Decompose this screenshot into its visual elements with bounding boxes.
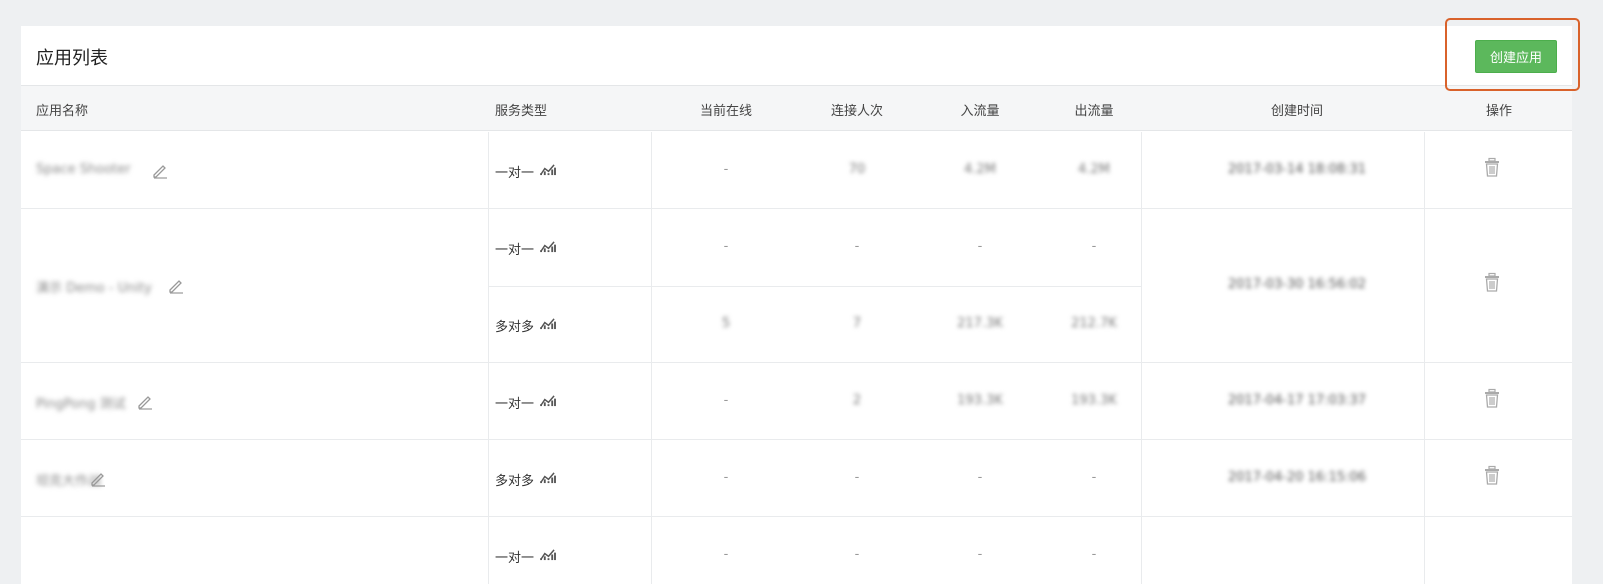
table-row: Space Shooter 2017-03-14 18:08:31 一对一 - 70 4.…	[21, 132, 1572, 209]
sub-row-divider	[488, 286, 1141, 287]
pencil-icon[interactable]	[151, 161, 169, 179]
stat-out: 212.7K	[1071, 315, 1117, 331]
stat-connections: 70	[848, 161, 866, 177]
pencil-icon[interactable]	[89, 469, 107, 487]
created-time: 2017-04-17 17:03:37	[1227, 392, 1367, 408]
service-type-label: 一对一	[495, 242, 535, 258]
pencil-icon[interactable]	[136, 392, 154, 410]
page-title: 应用列表	[36, 48, 108, 69]
stat-online: 5	[721, 315, 731, 331]
stat-in: 193.3K	[957, 392, 1003, 408]
table-header: 应用名称 服务类型 当前在线 连接人次 入流量 出流量 创建时间 操作	[21, 86, 1572, 131]
column-divider	[1141, 440, 1142, 516]
chart-icon[interactable]	[540, 394, 557, 411]
stat-in: -	[977, 238, 983, 254]
service-type: 一对一	[495, 239, 557, 258]
created-time: 2017-03-30 16:56:02	[1227, 277, 1367, 292]
service-type-label: 一对一	[495, 550, 535, 566]
chart-icon[interactable]	[540, 548, 557, 565]
stat-in: 217.3K	[957, 315, 1003, 331]
col-actions: 操作	[1485, 104, 1513, 119]
service-type: 多对多	[495, 316, 557, 335]
column-divider	[1141, 132, 1142, 208]
column-divider	[651, 517, 652, 584]
chart-icon[interactable]	[540, 317, 557, 334]
panel-header: 应用列表 创建应用	[21, 26, 1572, 86]
trash-icon[interactable]	[1483, 272, 1501, 292]
service-type: 一对一	[495, 547, 557, 566]
service-type: 一对一	[495, 162, 557, 181]
col-app-name: 应用名称	[36, 104, 89, 119]
stat-out: 4.2M	[1078, 161, 1110, 177]
col-outbound: 出流量	[1074, 104, 1114, 119]
app-name: PingPong 测试	[36, 396, 126, 412]
column-divider	[1141, 517, 1142, 584]
col-connections: 连接人次	[830, 104, 884, 119]
column-divider	[1141, 363, 1142, 439]
stat-out: -	[1091, 546, 1097, 562]
stat-in: 4.2M	[964, 161, 996, 177]
col-service-type: 服务类型	[495, 104, 548, 119]
stat-connections: -	[854, 546, 860, 562]
service-type-label: 多对多	[495, 319, 535, 335]
col-online: 当前在线	[699, 104, 753, 119]
table-row: 一对一 - - - -	[21, 517, 1572, 584]
stat-online: -	[723, 161, 729, 177]
stat-online: -	[723, 546, 729, 562]
service-type: 一对一	[495, 393, 557, 412]
trash-icon[interactable]	[1483, 388, 1501, 408]
table-row: 坦克大作战 2017-04-20 16:15:06 多对多 - - - -	[21, 440, 1572, 517]
stat-connections: -	[854, 238, 860, 254]
column-divider	[488, 517, 489, 584]
table-row: 演示 Demo - Unity 2017-03-30 16:56:02 一对一 - - -…	[21, 209, 1572, 363]
column-divider	[1424, 440, 1425, 516]
column-divider	[1424, 517, 1425, 584]
trash-icon[interactable]	[1483, 157, 1501, 177]
col-inbound: 入流量	[960, 104, 1000, 119]
create-app-button[interactable]: 创建应用	[1475, 40, 1557, 73]
column-divider	[651, 440, 652, 516]
column-divider	[488, 132, 489, 208]
app-list-panel: 应用列表 创建应用 应用名称 服务类型 当前在线 连接人次 入流量 出流量 创建…	[21, 26, 1572, 584]
app-name: 演示 Demo - Unity	[36, 281, 152, 296]
service-type-label: 一对一	[495, 396, 535, 412]
column-divider	[1424, 363, 1425, 439]
chart-icon[interactable]	[540, 163, 557, 180]
stat-online: -	[723, 392, 729, 408]
pencil-icon[interactable]	[167, 276, 185, 294]
service-type-label: 一对一	[495, 165, 535, 181]
service-type-label: 多对多	[495, 473, 535, 489]
app-name: Space Shooter	[36, 161, 131, 177]
service-type: 多对多	[495, 470, 557, 489]
column-divider	[488, 440, 489, 516]
col-created-time: 创建时间	[1270, 104, 1324, 119]
column-divider	[651, 363, 652, 439]
chart-icon[interactable]	[540, 471, 557, 488]
stat-in: -	[977, 469, 983, 485]
created-time: 2017-03-14 18:08:31	[1227, 161, 1367, 177]
column-divider	[1141, 209, 1142, 362]
column-divider	[1424, 132, 1425, 208]
stat-out: -	[1091, 469, 1097, 485]
stat-online: -	[723, 469, 729, 485]
trash-icon[interactable]	[1483, 465, 1501, 485]
stat-online: -	[723, 238, 729, 254]
stat-in: -	[977, 546, 983, 562]
created-time: 2017-04-20 16:15:06	[1227, 469, 1367, 485]
stat-out: -	[1091, 238, 1097, 254]
stat-connections: 7	[852, 315, 862, 331]
column-divider	[488, 363, 489, 439]
column-divider	[1424, 209, 1425, 362]
stat-out: 193.3K	[1071, 392, 1117, 408]
stat-connections: 2	[852, 392, 862, 408]
stat-connections: -	[854, 469, 860, 485]
column-divider	[651, 132, 652, 208]
table-row: PingPong 测试 2017-04-17 17:03:37 一对一 - 2 193.3…	[21, 363, 1572, 440]
chart-icon[interactable]	[540, 240, 557, 257]
